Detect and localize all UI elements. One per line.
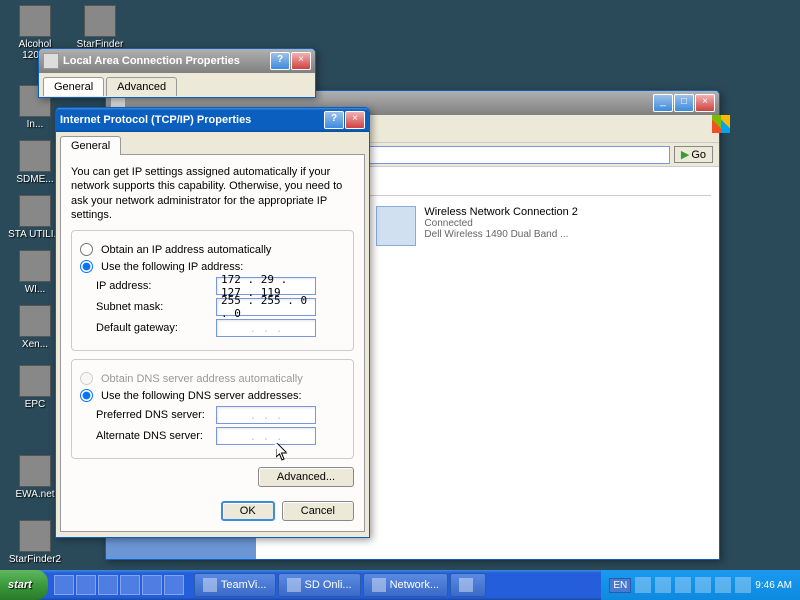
ip-settings-group: Obtain an IP address automatically Use t…: [71, 230, 354, 351]
quick-launch-item[interactable]: [164, 575, 184, 595]
app-icon: [19, 250, 51, 282]
task-button[interactable]: [450, 573, 486, 597]
alternate-dns-label: Alternate DNS server:: [96, 430, 216, 442]
go-button[interactable]: ▶Go: [674, 146, 713, 163]
dns-settings-group: Obtain DNS server address automatically …: [71, 359, 354, 459]
ok-button[interactable]: OK: [221, 501, 275, 521]
default-gateway-input[interactable]: . . .: [216, 319, 316, 337]
radio-use-ip[interactable]: Use the following IP address:: [80, 260, 345, 273]
quick-launch-item[interactable]: [98, 575, 118, 595]
tray-icon[interactable]: [675, 577, 691, 593]
tabs: General: [56, 132, 369, 155]
ip-address-input[interactable]: 172 . 29 . 127 . 119: [216, 277, 316, 295]
window-title: Local Area Connection Properties: [63, 55, 270, 67]
general-panel: You can get IP settings assigned automat…: [60, 154, 365, 532]
cancel-button[interactable]: Cancel: [282, 501, 354, 521]
maximize-button[interactable]: □: [674, 94, 694, 112]
help-button[interactable]: ?: [324, 111, 344, 129]
app-icon: [19, 305, 51, 337]
task-icon: [459, 578, 473, 592]
lan-properties-window: Local Area Connection Properties ? × Gen…: [38, 48, 316, 98]
default-gateway-label: Default gateway:: [96, 322, 216, 334]
minimize-button[interactable]: _: [653, 94, 673, 112]
task-icon: [372, 578, 386, 592]
task-icon: [287, 578, 301, 592]
quick-launch: [48, 575, 190, 595]
radio-use-dns[interactable]: Use the following DNS server addresses:: [80, 389, 345, 402]
description-text: You can get IP settings assigned automat…: [71, 165, 354, 222]
app-icon: [19, 140, 51, 172]
task-button[interactable]: SD Onli...: [278, 573, 361, 597]
app-icon: [84, 5, 116, 37]
close-button[interactable]: ×: [291, 52, 311, 70]
radio-auto-dns-input: [80, 372, 93, 385]
titlebar[interactable]: Local Area Connection Properties ? ×: [39, 49, 315, 73]
taskbar: start TeamVi... SD Onli... Network... EN…: [0, 570, 800, 600]
quick-launch-item[interactable]: [76, 575, 96, 595]
titlebar[interactable]: Internet Protocol (TCP/IP) Properties ? …: [56, 108, 369, 132]
connection-icon: [376, 206, 416, 246]
tab-advanced[interactable]: Advanced: [106, 77, 177, 96]
radio-use-ip-input[interactable]: [80, 260, 93, 273]
help-button[interactable]: ?: [270, 52, 290, 70]
tray-icon[interactable]: [715, 577, 731, 593]
app-icon: [19, 365, 51, 397]
tray-icon[interactable]: [735, 577, 751, 593]
radio-auto-ip[interactable]: Obtain an IP address automatically: [80, 243, 345, 256]
system-tray: EN 9:46 AM: [601, 570, 800, 600]
task-icon: [203, 578, 217, 592]
close-button[interactable]: ×: [695, 94, 715, 112]
window-title: Internet Protocol (TCP/IP) Properties: [60, 114, 324, 126]
start-button[interactable]: start: [0, 570, 48, 600]
subnet-mask-label: Subnet mask:: [96, 301, 216, 313]
window-icon: [43, 53, 59, 69]
tray-icon[interactable]: [695, 577, 711, 593]
task-button[interactable]: Network...: [363, 573, 449, 597]
tab-general[interactable]: General: [60, 136, 121, 155]
advanced-button[interactable]: Advanced...: [258, 467, 354, 487]
app-icon: [19, 520, 51, 552]
clock[interactable]: 9:46 AM: [755, 580, 792, 591]
radio-auto-ip-input[interactable]: [80, 243, 93, 256]
preferred-dns-input[interactable]: . . .: [216, 406, 316, 424]
quick-launch-item[interactable]: [120, 575, 140, 595]
connection-item-wireless[interactable]: Wireless Network Connection 2 Connected …: [372, 202, 581, 250]
subnet-mask-input[interactable]: 255 . 255 . 0 . 0: [216, 298, 316, 316]
preferred-dns-label: Preferred DNS server:: [96, 409, 216, 421]
tray-icon[interactable]: [635, 577, 651, 593]
tabs: General Advanced: [39, 73, 315, 96]
ip-address-label: IP address:: [96, 280, 216, 292]
windows-logo-icon: [712, 115, 730, 133]
alternate-dns-input[interactable]: . . .: [216, 427, 316, 445]
quick-launch-item[interactable]: [54, 575, 74, 595]
tray-icon[interactable]: [655, 577, 671, 593]
task-buttons: TeamVi... SD Onli... Network...: [190, 573, 602, 597]
tcpip-properties-dialog: Internet Protocol (TCP/IP) Properties ? …: [55, 107, 370, 538]
quick-launch-item[interactable]: [142, 575, 162, 595]
task-button[interactable]: TeamVi...: [194, 573, 276, 597]
app-icon: [19, 455, 51, 487]
language-indicator[interactable]: EN: [609, 578, 631, 593]
radio-auto-dns: Obtain DNS server address automatically: [80, 372, 345, 385]
app-icon: [19, 5, 51, 37]
radio-use-dns-input[interactable]: [80, 389, 93, 402]
app-icon: [19, 195, 51, 227]
close-button[interactable]: ×: [345, 111, 365, 129]
tab-general[interactable]: General: [43, 77, 104, 96]
